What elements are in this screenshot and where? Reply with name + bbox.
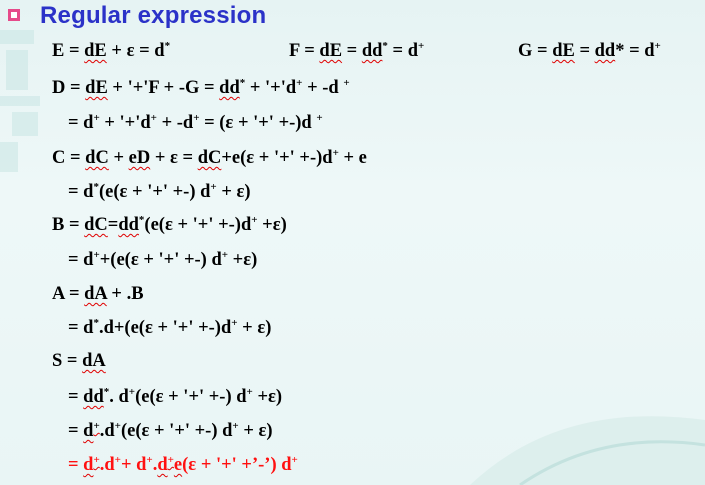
equation-segment: e (173, 455, 183, 475)
equation-line: A = dA + .B (52, 283, 144, 305)
equation-segment: dd (219, 78, 240, 98)
equation-segment: + (108, 148, 129, 168)
equation-segment: B = (52, 215, 85, 235)
equation-line: = d+.d++ d+.d+e(ε + '+' +’-’) d+ (68, 454, 298, 476)
equation-segment: dC (84, 215, 108, 235)
equation-segment: dC (197, 148, 222, 168)
equation-segment: dd (83, 387, 104, 407)
equation-segment: +ε) (257, 215, 287, 235)
equation-segment: + (316, 111, 323, 124)
equation-segment: d (83, 455, 94, 475)
equation-segment: + '+'d (245, 78, 297, 98)
equation-line: C = dC + eD + ε = dC+e(ε + '+' +-)d+ + e (52, 147, 367, 169)
equation-segment: .d+(e(ε + '+' +-)d (98, 318, 232, 338)
equation-line: = d*.d+(e(ε + '+' +-)d+ + ε) (68, 317, 271, 339)
equation-segment: C = (52, 148, 86, 168)
equation-segment: = (ε + '+' +-)d (199, 113, 317, 133)
equation-segment: dd (118, 215, 139, 235)
equation-segment: + -d (302, 78, 344, 98)
equation-line: F = dE = dd* = d+ (289, 40, 424, 62)
equation-line: = dd*. d+(e(ε + '+' +-) d+ +ε) (68, 386, 282, 408)
equation-segment: = d (68, 182, 94, 202)
equation-segment: (e(ε + '+' +-) d (98, 182, 211, 202)
equation-segment: d (83, 421, 94, 441)
equation-segment: + .B (106, 284, 144, 304)
equation-segment: + '+'d (99, 113, 151, 133)
equation-segment: + (418, 39, 425, 52)
equation-segment: + e (338, 148, 367, 168)
equation-line: = d+.d+(e(ε + '+' +-) d+ + ε) (68, 420, 273, 442)
slide: Regular expression E = dE + ε = d* F = dE… (0, 0, 705, 485)
equation-segment: dC (85, 148, 109, 168)
equation-segment: .d (99, 455, 115, 475)
equation-segment: + (291, 453, 298, 466)
equation-segment: * = d (615, 41, 655, 61)
equation-segment: d (157, 455, 168, 475)
equation-segment: = (68, 421, 84, 441)
equation-segment: (ε + '+' +’-’) d (182, 455, 292, 475)
equation-segment: = (342, 41, 362, 61)
equation-segment: = (68, 387, 84, 407)
equation-segment: dA (82, 351, 106, 371)
equation-segment: D = (52, 78, 86, 98)
equation-segment: + '+'F + -G = (107, 78, 220, 98)
equation-segment: + ε) (216, 182, 251, 202)
equation-segment: dd (361, 41, 383, 61)
equation-segment: + (654, 39, 661, 52)
equation-segment: dA (84, 284, 107, 304)
equation-segment: = (107, 215, 119, 235)
equation-segment: A = (52, 284, 85, 304)
equation-line: = d++(e(ε + '+' +-) d+ +ε) (68, 249, 257, 271)
equation-line: G = dE = dd* = d+ (518, 40, 661, 62)
equation-segment: eD (128, 148, 151, 168)
equation-segment: (e(ε + '+' +-) d (120, 421, 233, 441)
equation-segment: +ε) (228, 250, 258, 270)
equation-segment: dd (594, 41, 616, 61)
slide-title: Regular expression (40, 2, 267, 29)
equation-segment: + ε = (150, 148, 198, 168)
equation-segment: (e(ε + '+' +-) d (135, 387, 247, 407)
equation-line: = d*(e(ε + '+' +-) d+ + ε) (68, 181, 251, 203)
equation-segment: * (164, 39, 171, 52)
equation-segment: +e(ε + '+' +-)d (221, 148, 333, 168)
equation-line: D = dE + '+'F + -G = dd* + '+'d+ + -d + (52, 77, 350, 99)
equation-segment: = (574, 41, 595, 61)
equation-line: E = dE + ε = d* (52, 40, 170, 62)
equation-segment: + (343, 76, 350, 89)
bullet-icon (8, 9, 20, 21)
equation-segment: + ε) (238, 421, 273, 441)
equation-line: B = dC=dd*(e(ε + '+' +-)d+ +ε) (52, 214, 287, 236)
equation-segment: G = (518, 41, 553, 61)
equation-segment: dE (552, 41, 575, 61)
equation-segment: = d (68, 113, 94, 133)
equation-segment: . d (109, 387, 129, 407)
equation-line: = d+ + '+'d+ + -d+ = (ε + '+' +-)d + (68, 112, 323, 134)
equation-segment: S = (52, 351, 83, 371)
equation-segment: dE (85, 78, 108, 98)
equation-segment: = d (68, 250, 94, 270)
equation-segment: +(e(ε + '+' +-) d (99, 250, 222, 270)
equation-line: S = dA (52, 350, 106, 372)
equation-segment: (e(ε + '+' +-)d (144, 215, 252, 235)
equation-segment: .d (99, 421, 115, 441)
equation-segment: + ε = d (106, 41, 165, 61)
equation-segment: = d (387, 41, 419, 61)
equation-segment: = (68, 455, 84, 475)
equation-segment: E = (52, 41, 85, 61)
equation-segment: + d (120, 455, 147, 475)
equation-segment: + -d (156, 113, 194, 133)
equation-segment: dE (84, 41, 107, 61)
equation-segment: = d (68, 318, 94, 338)
equation-segment: + ε) (237, 318, 272, 338)
equation-segment: F = (289, 41, 320, 61)
equation-segment: +ε) (252, 387, 283, 407)
equation-segment: dE (319, 41, 343, 61)
